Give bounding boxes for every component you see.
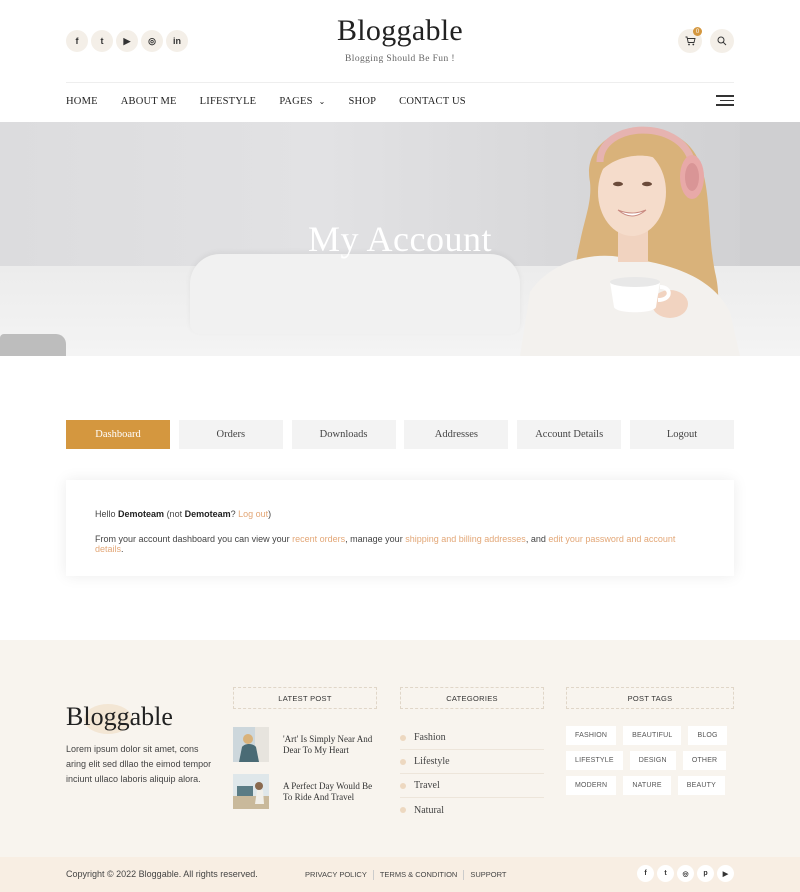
post-title[interactable]: A Perfect Day Would Be To Ride And Trave…: [283, 781, 379, 803]
tag-modern[interactable]: MODERN: [566, 776, 617, 795]
instagram-icon[interactable]: ◎: [677, 865, 694, 882]
menu-icon[interactable]: [716, 95, 734, 109]
cart-icon: [685, 36, 696, 46]
post-thumbnail: [233, 727, 269, 762]
tag-other[interactable]: OTHER: [682, 751, 727, 770]
categories-list: Fashion Lifestyle Travel Natural: [400, 726, 544, 822]
footer-description: Lorem ipsum dolor sit amet, cons aring e…: [66, 744, 212, 784]
post-title[interactable]: 'Art' Is Simply Near And Dear To My Hear…: [283, 734, 379, 756]
category-item[interactable]: Lifestyle: [400, 750, 544, 774]
nav-lifestyle[interactable]: LIFESTYLE: [200, 96, 257, 107]
support-link[interactable]: SUPPORT: [470, 870, 506, 880]
tab-orders[interactable]: Orders: [178, 420, 283, 449]
post-tags: FASHION BEAUTIFUL BLOG LIFESTYLE DESIGN …: [566, 726, 734, 795]
site-footer: Bloggable Lorem ipsum dolor sit amet, co…: [0, 640, 800, 857]
latest-post-item[interactable]: A Perfect Day Would Be To Ride And Trave…: [233, 774, 379, 809]
footer-links: PRIVACY POLICY TERMS & CONDITION SUPPORT: [305, 870, 506, 880]
youtube-icon[interactable]: ▶: [717, 865, 734, 882]
categories-heading: CATEGORIES: [400, 687, 544, 709]
latest-post-item[interactable]: 'Art' Is Simply Near And Dear To My Hear…: [233, 727, 379, 762]
nav-shop[interactable]: SHOP: [349, 96, 377, 107]
username: Demoteam: [118, 509, 165, 519]
cart-count-badge: 0: [693, 27, 702, 36]
addresses-link[interactable]: shipping and billing addresses: [405, 534, 526, 544]
tab-account-details[interactable]: Account Details: [517, 420, 622, 449]
site-tagline: Blogging Should Be Fun !: [345, 54, 455, 64]
footer-social-links: f t ◎ p ▶: [637, 865, 734, 882]
chevron-down-icon: ⌄: [318, 97, 326, 106]
nav-home[interactable]: HOME: [66, 96, 98, 107]
tab-dashboard[interactable]: Dashboard: [66, 420, 170, 449]
tag-beautiful[interactable]: BEAUTIFUL: [623, 726, 682, 745]
site-header: f t ▶ ◎ in Bloggable Blogging Should Be …: [0, 0, 800, 122]
header-actions: 0: [678, 27, 734, 53]
recent-orders-link[interactable]: recent orders: [292, 534, 345, 544]
post-thumbnail: [233, 774, 269, 809]
nav-pages[interactable]: PAGES ⌄: [279, 96, 325, 107]
tag-beauty[interactable]: BEAUTY: [677, 776, 725, 795]
dashboard-content: Hello Demoteam (not Demoteam? Log out) F…: [66, 480, 734, 576]
page-title: My Account: [308, 219, 492, 259]
logout-link[interactable]: Log out: [238, 509, 268, 519]
terms-link[interactable]: TERMS & CONDITION: [380, 870, 458, 880]
nav-contact-us[interactable]: CONTACT US: [399, 96, 466, 107]
pinterest-icon[interactable]: p: [697, 865, 714, 882]
tab-downloads[interactable]: Downloads: [291, 420, 396, 449]
search-icon: [717, 36, 727, 46]
page-hero: My Account: [0, 122, 800, 356]
tag-fashion[interactable]: FASHION: [566, 726, 617, 745]
category-item[interactable]: Fashion: [400, 726, 544, 750]
dashboard-intro: From your account dashboard you can view…: [95, 534, 676, 554]
latest-post-heading: LATEST POST: [233, 687, 377, 709]
cart-button[interactable]: 0: [678, 27, 702, 53]
tab-addresses[interactable]: Addresses: [404, 420, 509, 449]
twitter-icon[interactable]: t: [657, 865, 674, 882]
category-item[interactable]: Travel: [400, 774, 544, 798]
search-button[interactable]: [710, 29, 734, 53]
header-divider: [66, 82, 734, 83]
site-logo[interactable]: Bloggable: [337, 14, 463, 52]
category-item[interactable]: Natural: [400, 798, 544, 822]
hero-pillow: [190, 254, 520, 334]
copyright-text: Copyright © 2022 Bloggable. All rights r…: [66, 869, 258, 879]
main-nav: HOME ABOUT ME LIFESTYLE PAGES ⌄ SHOP CONT…: [66, 96, 489, 107]
privacy-policy-link[interactable]: PRIVACY POLICY: [305, 870, 367, 880]
account-tabs: Dashboard Orders Downloads Addresses Acc…: [66, 420, 734, 449]
footer-logo[interactable]: Bloggable: [66, 702, 173, 734]
tag-lifestyle[interactable]: LIFESTYLE: [566, 751, 623, 770]
facebook-icon[interactable]: f: [637, 865, 654, 882]
greeting-text: Hello Demoteam (not Demoteam? Log out): [95, 509, 272, 519]
tab-logout[interactable]: Logout: [629, 420, 734, 449]
footer-bottom-bar: Copyright © 2022 Bloggable. All rights r…: [0, 857, 800, 892]
tag-nature[interactable]: NATURE: [623, 776, 671, 795]
post-tags-heading: POST TAGS: [566, 687, 734, 709]
tag-design[interactable]: DESIGN: [629, 751, 676, 770]
hero-vase: [0, 334, 66, 356]
tag-blog[interactable]: BLOG: [688, 726, 727, 745]
nav-about-me[interactable]: ABOUT ME: [121, 96, 177, 107]
username-secondary: Demoteam: [184, 509, 231, 519]
